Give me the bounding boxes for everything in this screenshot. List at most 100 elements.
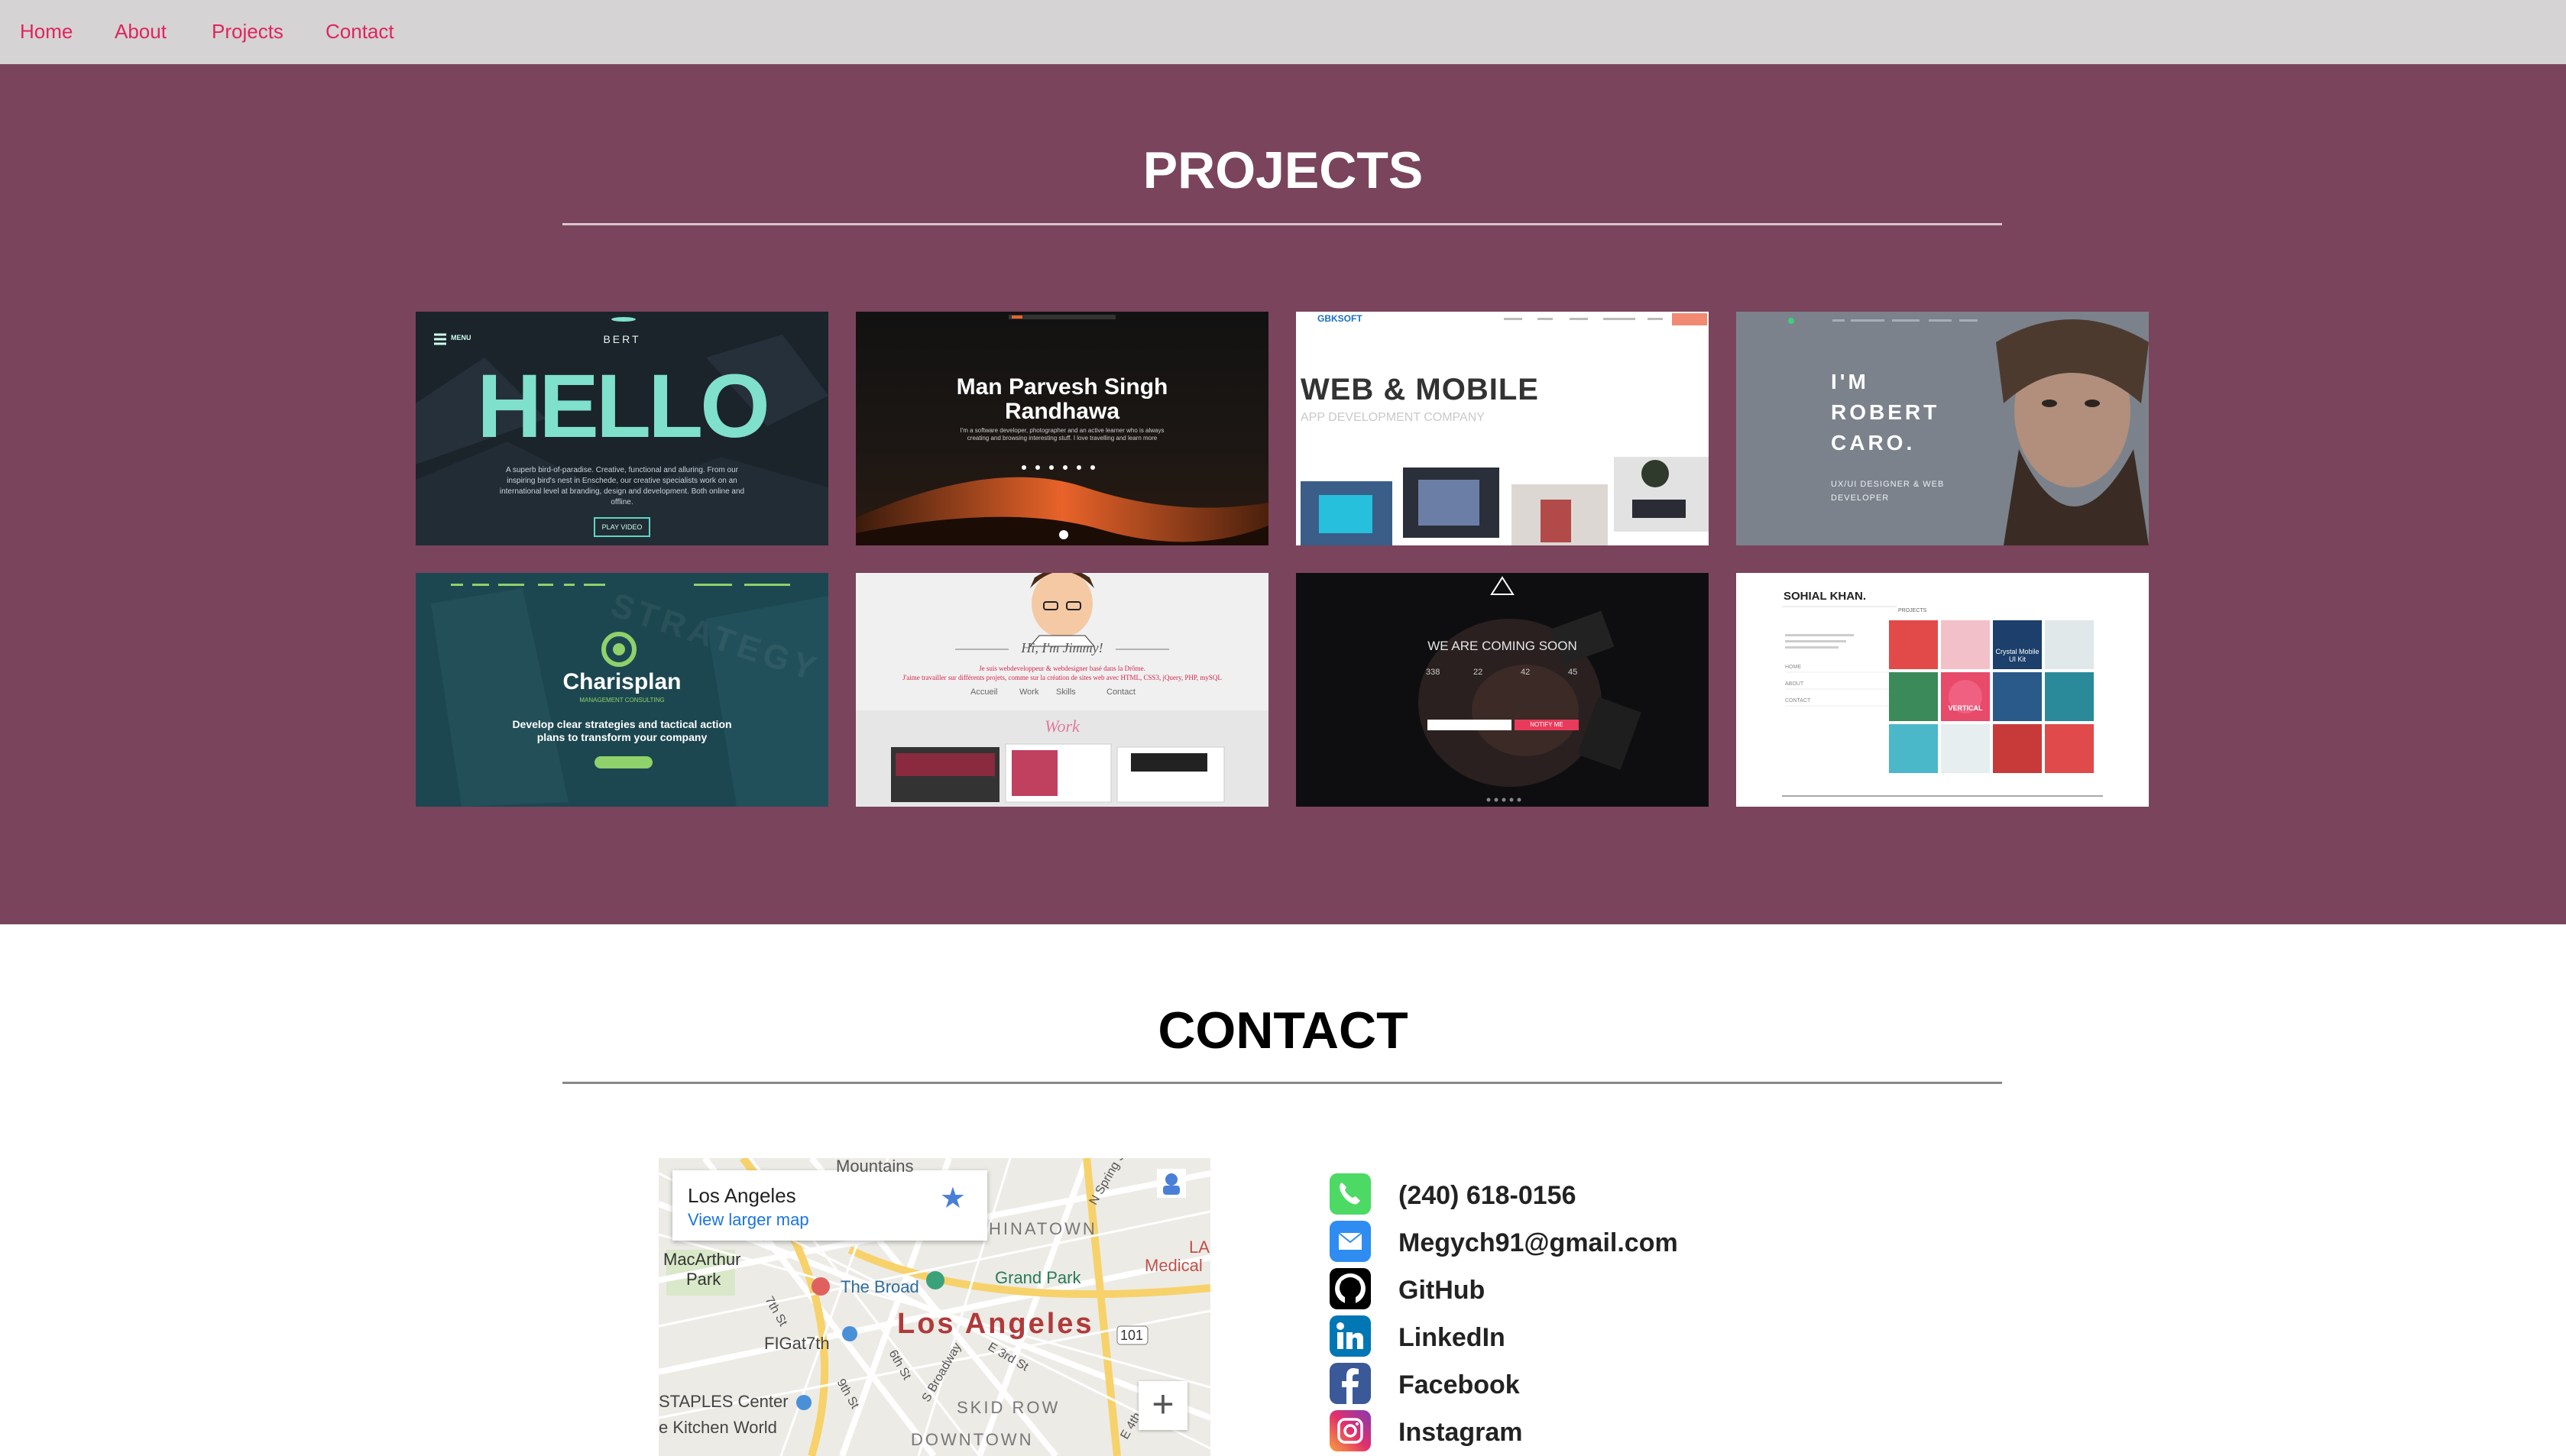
- thumb-robert-sub2: DEVELOPER: [1831, 493, 1890, 503]
- map-label: e Kitchen World: [659, 1418, 777, 1437]
- thumb-comingsoon-counter-0: 338: [1426, 668, 1440, 677]
- thumb-jimmy-heading: Hi, I'm Jimmy!: [1021, 640, 1103, 655]
- svg-text:I'm a software developer, phot: I'm a software developer, photographer a…: [960, 427, 1164, 434]
- thumb-comingsoon-counter-3: 45: [1568, 668, 1578, 677]
- thumb-jimmy-work: Work: [1045, 717, 1080, 736]
- projects-divider: [562, 223, 2002, 225]
- thumb-gbksoft-heading: WEB & MOBILE: [1301, 373, 1539, 406]
- map-label: DOWNTOWN: [911, 1430, 1034, 1449]
- svg-text:international level at brandin: international level at branding, design …: [500, 487, 744, 496]
- thumb-robert-art: [1736, 312, 2149, 545]
- contact-phone-label: (240) 618-0156: [1398, 1181, 1576, 1210]
- contact-github-label: GitHub: [1398, 1276, 1485, 1305]
- thumb-comingsoon-counter-1: 22: [1473, 668, 1483, 677]
- thumb-sohial-art: [1736, 573, 2149, 807]
- nav-projects-link[interactable]: Projects: [212, 20, 283, 44]
- project-thumb-gbksoft[interactable]: GBKSOFT WEB & MOBILE APP DEVELOPMENT COM…: [1296, 312, 1709, 545]
- map-label: FIGat7th: [764, 1334, 830, 1353]
- thumb-gbksoft-sub: APP DEVELOPMENT COMPANY: [1301, 411, 1485, 424]
- thumb-jimmy-link-2: Skills: [1056, 688, 1076, 697]
- thumb-charisplan-tagline2: plans to transform your company: [536, 731, 708, 743]
- thumb-sohial-tile2: VERTICAL: [1948, 704, 1983, 712]
- projects-section: PROJECTS A superb bird-of-paradise. Crea…: [0, 64, 2566, 924]
- project-thumb-jimmy[interactable]: Je suis webdeveloppeur & webdesigner bas…: [856, 573, 1268, 807]
- map-label: Park: [686, 1270, 721, 1289]
- map-info-card: Los Angeles View larger map ★: [672, 1170, 987, 1241]
- thumb-charisplan-heading: Charisplan: [562, 669, 682, 694]
- project-thumb-sohial[interactable]: SOHIAL KHAN. PROJECTS HOME ABOUT CONTACT…: [1736, 573, 2149, 807]
- thumb-sohial-tile1: Crystal Mobile UI Kit: [1995, 648, 2040, 663]
- thumb-parvesh-art: I'm a software developer, photographer a…: [856, 312, 1268, 545]
- thumb-sohial-item-0: PROJECTS: [1898, 608, 1927, 613]
- map-label: SKID ROW: [957, 1398, 1061, 1417]
- thumb-jimmy-link-3: Contact: [1106, 688, 1136, 697]
- phone-icon: [1330, 1173, 1371, 1215]
- contact-instagram-label: Instagram: [1398, 1418, 1523, 1447]
- project-thumb-charisplan[interactable]: STRATEGY Charisplan MANAGEMENT CONSULTIN…: [416, 573, 828, 807]
- contact-facebook-label: Facebook: [1398, 1370, 1520, 1399]
- svg-text:inspiring bird's nest in Ensch: inspiring bird's nest in Enschede, our c…: [507, 477, 737, 485]
- mail-icon: [1330, 1221, 1371, 1262]
- map-label: The Broad: [841, 1277, 919, 1296]
- github-icon: [1330, 1268, 1371, 1309]
- thumb-parvesh-heading: Man Parvesh Singh: [956, 374, 1168, 400]
- svg-text:creating and browsing interest: creating and browsing interesting stuff.…: [967, 435, 1158, 442]
- project-thumb-parvesh[interactable]: I'm a software developer, photographer a…: [856, 312, 1268, 545]
- project-thumb-comingsoon[interactable]: WE ARE COMING SOON 338 22 42 45 NOTIFY M…: [1296, 573, 1709, 807]
- contact-title: CONTACT: [1158, 1001, 1408, 1060]
- contact-email-label: Megych91@gmail.com: [1398, 1228, 1678, 1257]
- thumb-sohial-item-2: ABOUT: [1785, 681, 1804, 687]
- map-place-name: Los Angeles: [688, 1184, 796, 1207]
- map-label: Grand Park: [995, 1268, 1081, 1287]
- project-thumb-bert[interactable]: A superb bird-of-paradise. Creative, fun…: [416, 312, 828, 545]
- thumb-charisplan-tagline: Develop clear strategies and tactical ac…: [512, 718, 732, 730]
- map-zoom-in-button[interactable]: +: [1139, 1381, 1187, 1430]
- thumb-bert-sub: BERT: [603, 333, 641, 345]
- thumb-sohial-item-1: HOME: [1785, 665, 1801, 670]
- thumb-robert-heading3: CARO.: [1831, 431, 1916, 455]
- map-label: Mountains: [836, 1158, 914, 1176]
- map-label: Medical: [1145, 1256, 1203, 1275]
- thumb-parvesh-heading2: Randhawa: [1004, 399, 1120, 424]
- nav-about-link[interactable]: About: [115, 20, 167, 44]
- thumb-jimmy-link-1: Work: [1019, 688, 1039, 697]
- thumb-sohial-item-3: CONTACT: [1785, 698, 1811, 704]
- svg-text:J'aime travailler sur différen: J'aime travailler sur différents projets…: [902, 674, 1222, 681]
- project-thumb-robert[interactable]: I'M ROBERT CARO. UX/UI DESIGNER & WEB DE…: [1736, 312, 2149, 545]
- nav-contact-link[interactable]: Contact: [326, 20, 394, 44]
- map-label: HINATOWN: [989, 1219, 1097, 1238]
- thumb-bert-button: PLAY VIDEO: [601, 523, 643, 531]
- thumb-comingsoon-heading: WE ARE COMING SOON: [1427, 639, 1577, 653]
- svg-text:A superb bird-of-paradise. Cre: A superb bird-of-paradise. Creative, fun…: [506, 466, 739, 474]
- linkedin-icon: [1330, 1315, 1371, 1357]
- map-save-star-icon[interactable]: ★: [940, 1181, 966, 1215]
- thumb-jimmy-link-0: Accueil: [970, 688, 998, 697]
- thumb-sohial-heading: SOHIAL KHAN.: [1784, 590, 1867, 603]
- thumb-robert-sub: UX/UI DESIGNER & WEB: [1831, 480, 1945, 489]
- map-city-label: Los Angeles: [897, 1308, 1094, 1340]
- top-nav: Home About Projects Contact: [0, 0, 2566, 64]
- map-view-larger-link[interactable]: View larger map: [688, 1210, 809, 1230]
- map-label: MacArthur: [663, 1250, 741, 1269]
- map-label: LA: [1189, 1238, 1210, 1257]
- instagram-icon: [1330, 1410, 1371, 1451]
- nav-home-link[interactable]: Home: [20, 20, 73, 44]
- projects-title: PROJECTS: [1142, 141, 1424, 199]
- embedded-map[interactable]: Los Angeles View larger map ★ Mountains …: [659, 1158, 1210, 1456]
- thumb-robert-heading: I'M: [1831, 370, 1869, 393]
- thumb-comingsoon-counter-2: 42: [1521, 668, 1531, 677]
- contact-linkedin-label: LinkedIn: [1398, 1323, 1505, 1352]
- thumb-comingsoon-art: [1296, 573, 1709, 807]
- map-label: STAPLES Center: [659, 1392, 789, 1411]
- facebook-icon: [1330, 1363, 1371, 1404]
- map-label: 101: [1120, 1328, 1144, 1343]
- thumb-charisplan-sub: MANAGEMENT CONSULTING: [579, 697, 665, 704]
- thumb-robert-heading2: ROBERT: [1831, 400, 1940, 424]
- thumb-bert-heading: HELLO: [477, 356, 770, 457]
- thumb-gbksoft-art: [1296, 312, 1709, 545]
- contact-divider: [562, 1082, 2002, 1084]
- svg-text:offline.: offline.: [611, 498, 633, 506]
- svg-text:Je suis webdeveloppeur & webde: Je suis webdeveloppeur & webdesigner bas…: [979, 665, 1145, 672]
- thumb-comingsoon-button: NOTIFY ME: [1530, 721, 1563, 728]
- thumb-gbksoft-brand: GBKSOFT: [1317, 313, 1362, 324]
